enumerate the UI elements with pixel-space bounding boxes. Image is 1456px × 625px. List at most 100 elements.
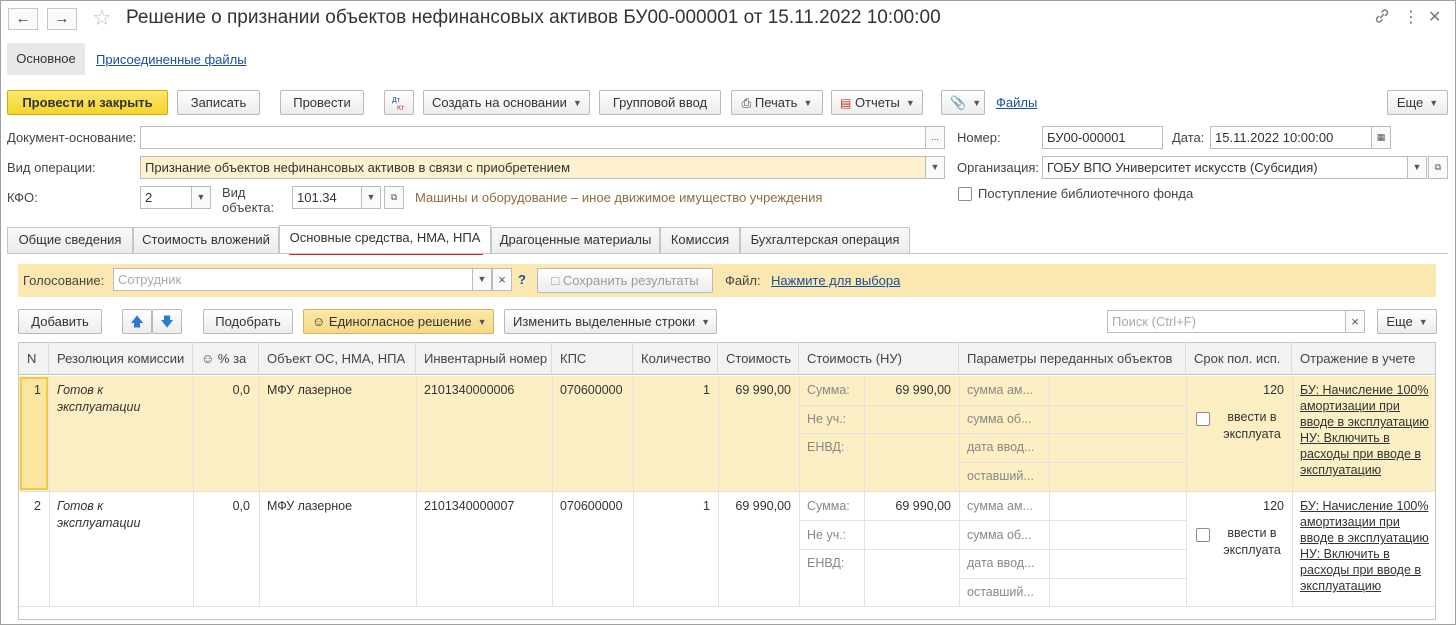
cell-cost[interactable]: 69 990,00 [718, 499, 791, 513]
calendar-button[interactable]: ▦ [1371, 126, 1391, 149]
organization-open-button[interactable]: ⧉ [1428, 156, 1448, 179]
reflect-nu-link[interactable]: НУ: Включить в расходы при вводе в экспл… [1300, 546, 1435, 594]
tab-commission[interactable]: Комиссия [660, 227, 740, 253]
cell-term[interactable]: 120 [1186, 499, 1284, 513]
group-input-button[interactable]: Групповой ввод [599, 90, 721, 115]
cell-sum-value[interactable]: 69 990,00 [864, 499, 951, 513]
cell-param-remaining[interactable]: оставший... [967, 469, 1034, 483]
files-link[interactable]: Файлы [996, 95, 1037, 110]
reflect-nu-link[interactable]: НУ: Включить в расходы при вводе в экспл… [1300, 430, 1435, 478]
organization-dropdown[interactable]: ▼ [1407, 156, 1427, 179]
date-input[interactable]: 15.11.2022 10:00:00 [1210, 126, 1372, 149]
cell-param-sum[interactable]: сумма об... [967, 528, 1032, 542]
cell-object[interactable]: МФУ лазерное [267, 499, 352, 513]
change-selected-rows-button[interactable]: Изменить выделенные строки ▼ [504, 309, 717, 334]
close-icon[interactable]: ✕ [1428, 8, 1441, 28]
col-header-cost[interactable]: Стоимость [718, 343, 799, 375]
more-button[interactable]: Еще ▼ [1387, 90, 1448, 115]
cell-quantity[interactable]: 1 [633, 499, 710, 513]
cell-object[interactable]: МФУ лазерное [267, 383, 352, 397]
attach-button[interactable]: 📎 ▼ [941, 90, 985, 115]
col-header-inventory[interactable]: Инвентарный номер [416, 343, 552, 375]
cell-sum-value[interactable]: 69 990,00 [864, 383, 951, 397]
table-more-button[interactable]: Еще ▼ [1377, 309, 1437, 334]
cell-quantity[interactable]: 1 [633, 383, 710, 397]
cell-term[interactable]: 120 [1186, 383, 1284, 397]
cell-inventory[interactable]: 2101340000007 [424, 499, 514, 513]
base-doc-select-button[interactable]: ... [925, 126, 945, 149]
voting-clear-button[interactable]: × [492, 268, 512, 291]
print-button[interactable]: ⎙ Печать ▼ [731, 90, 823, 115]
operation-type-input[interactable]: Признание объектов нефинансовых активов … [140, 156, 926, 179]
move-up-button[interactable]: 🡅 [122, 309, 152, 334]
cell-cost[interactable]: 69 990,00 [718, 383, 791, 397]
section-attached-files[interactable]: Присоединенные файлы [96, 52, 247, 67]
cell-param-date[interactable]: дата ввод... [967, 440, 1035, 454]
tab-general[interactable]: Общие сведения [7, 227, 133, 253]
cell-param-date[interactable]: дата ввод... [967, 556, 1035, 570]
move-down-button[interactable]: 🡇 [152, 309, 182, 334]
cell-resolution[interactable]: Готов к эксплуатации [57, 498, 187, 532]
favorite-star-icon[interactable]: ☆ [92, 6, 112, 30]
cell-param-sum[interactable]: сумма об... [967, 412, 1032, 426]
link-icon[interactable] [1374, 8, 1390, 30]
reflect-bu-link[interactable]: БУ: Начисление 100% амортизации при ввод… [1300, 382, 1435, 430]
reports-button[interactable]: ▤ Отчеты ▼ [831, 90, 923, 115]
object-type-dropdown[interactable]: ▼ [361, 186, 381, 209]
col-header-n[interactable]: N [19, 343, 49, 375]
cell-kps[interactable]: 070600000 [560, 383, 623, 397]
save-button[interactable]: Записать [177, 90, 260, 115]
more-vertical-icon[interactable]: ⋮ [1403, 8, 1419, 28]
tab-investment-cost[interactable]: Стоимость вложений [133, 227, 279, 253]
col-header-object[interactable]: Объект ОС, НМА, НПА [259, 343, 416, 375]
library-fund-checkbox[interactable] [958, 187, 972, 201]
col-header-resolution[interactable]: Резолюция комиссии [49, 343, 193, 375]
voting-employee-dropdown[interactable]: ▼ [472, 268, 492, 291]
post-button[interactable]: Провести [280, 90, 364, 115]
search-input[interactable]: Поиск (Ctrl+F) [1107, 310, 1346, 333]
save-results-button[interactable]: □ Сохранить результаты [537, 268, 713, 293]
cell-param-remaining[interactable]: оставший... [967, 585, 1034, 599]
section-main[interactable]: Основное [7, 43, 85, 75]
organization-input[interactable]: ГОБУ ВПО Университет искусств (Субсидия) [1042, 156, 1408, 179]
tab-fixed-assets[interactable]: Основные средства, НМА, НПА [279, 225, 491, 254]
col-header-cost-nu[interactable]: Стоимость (НУ) [799, 343, 959, 375]
cell-param-amort[interactable]: сумма ам... [967, 383, 1033, 397]
voting-employee-input[interactable]: Сотрудник [113, 268, 473, 291]
cell-resolution[interactable]: Готов к эксплуатации [57, 382, 187, 416]
back-button[interactable]: ← [8, 8, 38, 30]
dt-kt-button[interactable]: Дт Кт [384, 90, 414, 115]
choose-file-link[interactable]: Нажмите для выбора [771, 273, 900, 288]
col-header-kps[interactable]: КПС [552, 343, 633, 375]
unanimous-decision-button[interactable]: ☺ Единогласное решение ▼ [303, 309, 494, 334]
col-header-reflect[interactable]: Отражение в учете [1292, 343, 1435, 375]
create-based-on-button[interactable]: Создать на основании ▼ [423, 90, 590, 115]
col-divider [193, 376, 194, 606]
forward-button[interactable]: → [47, 8, 77, 30]
col-header-params[interactable]: Параметры переданных объектов [959, 343, 1186, 375]
cell-kps[interactable]: 070600000 [560, 499, 623, 513]
number-input[interactable]: БУ00-000001 [1042, 126, 1163, 149]
help-icon[interactable]: ? [518, 272, 526, 287]
col-header-quantity[interactable]: Количество [633, 343, 718, 375]
object-type-input[interactable]: 101.34 [292, 186, 362, 209]
reflect-bu-link[interactable]: БУ: Начисление 100% амортизации при ввод… [1300, 498, 1435, 546]
cell-n: 2 [34, 499, 41, 513]
select-button[interactable]: Подобрать [203, 309, 293, 334]
tab-precious-materials[interactable]: Драгоценные материалы [491, 227, 660, 253]
tab-accounting-operation[interactable]: Бухгалтерская операция [740, 227, 910, 253]
operation-type-dropdown[interactable]: ▼ [925, 156, 945, 179]
commission-checkbox[interactable] [1196, 412, 1210, 426]
commission-checkbox[interactable] [1196, 528, 1210, 542]
col-header-pct[interactable]: ☺ % за [193, 343, 259, 375]
add-row-button[interactable]: Добавить [18, 309, 102, 334]
cell-inventory[interactable]: 2101340000006 [424, 383, 514, 397]
col-header-term[interactable]: Срок пол. исп. [1186, 343, 1292, 375]
post-and-close-button[interactable]: Провести и закрыть [7, 90, 168, 115]
base-doc-input[interactable] [140, 126, 926, 149]
kfo-input[interactable]: 2 [140, 186, 192, 209]
cell-param-amort[interactable]: сумма ам... [967, 499, 1033, 513]
kfo-dropdown[interactable]: ▼ [191, 186, 211, 209]
object-type-open-button[interactable]: ⧉ [384, 186, 404, 209]
search-clear-button[interactable]: × [1345, 310, 1365, 333]
